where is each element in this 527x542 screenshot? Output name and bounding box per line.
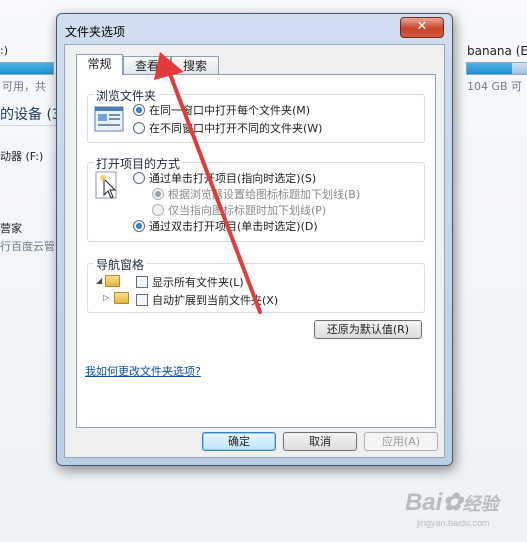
single-click-option[interactable]: 通过单击打开项目(指向时选定)(S) bbox=[133, 170, 316, 186]
restore-defaults-button[interactable]: 还原为默认值(R) bbox=[314, 320, 422, 339]
bg-drive-bar-left bbox=[0, 62, 54, 75]
tree-expanded-icon: ◢ bbox=[96, 276, 103, 285]
bg-drive-e-size: 104 GB 可 bbox=[467, 80, 523, 93]
single-click-label: 通过单击打开项目(指向时选定)(S) bbox=[149, 172, 317, 185]
open-same-window-label: 在同一窗口中打开每个文件夹(M) bbox=[149, 104, 311, 117]
underline-browser-radio[interactable] bbox=[152, 188, 164, 200]
bg-item-baidu[interactable]: 行百度云管 bbox=[0, 238, 55, 254]
double-click-label: 通过双击打开项目(单击时选定)(D) bbox=[149, 220, 318, 233]
navigation-pane-group: 导航窗格 ◢ ▷ 显示所有文件夹(L) 自动扩展到当前文件夹(X) bbox=[87, 256, 425, 313]
open-same-window-option[interactable]: 在同一窗口中打开每个文件夹(M) bbox=[133, 102, 310, 118]
paw-icon: ✿ bbox=[442, 489, 463, 516]
browse-folders-icon bbox=[94, 106, 124, 135]
underline-point-label: 仅当指向图标标题时加下划线(P) bbox=[168, 204, 327, 217]
folder-options-dialog: 文件夹选项 ✕ 常规 查看 搜索 浏览文件夹 在同一窗口中打开每个文件夹(M) … bbox=[56, 13, 453, 466]
bg-drive-e-bar bbox=[466, 62, 527, 75]
tab-view[interactable]: 查看 bbox=[123, 56, 171, 74]
open-new-window-radio[interactable] bbox=[133, 122, 145, 134]
baidu-watermark: Bai✿经验 bbox=[405, 488, 498, 517]
bg-drive-f[interactable]: 动器 (F:) bbox=[0, 148, 43, 164]
show-all-folders-checkbox[interactable] bbox=[136, 276, 148, 288]
bg-divider bbox=[0, 125, 56, 126]
general-tab-page: 浏览文件夹 在同一窗口中打开每个文件夹(M) 在不同窗口中打开不同的文件夹(W)… bbox=[76, 74, 436, 428]
open-new-window-option[interactable]: 在不同窗口中打开不同的文件夹(W) bbox=[133, 120, 322, 136]
show-all-folders-option[interactable]: 显示所有文件夹(L) bbox=[136, 274, 244, 290]
navigation-pane-title: 导航窗格 bbox=[94, 256, 147, 273]
folder-icon bbox=[105, 275, 120, 287]
tree-collapsed-icon: ▷ bbox=[103, 293, 110, 302]
double-click-radio[interactable] bbox=[133, 220, 145, 232]
dialog-content: 常规 查看 搜索 浏览文件夹 在同一窗口中打开每个文件夹(M) 在不同窗口中打开… bbox=[64, 44, 445, 458]
dialog-title: 文件夹选项 bbox=[65, 25, 126, 39]
help-link[interactable]: 我如何更改文件夹选项? bbox=[85, 363, 201, 379]
watermark-brand: Bai bbox=[405, 489, 443, 516]
bg-free-space: 可用，共 bbox=[2, 80, 46, 93]
tab-search[interactable]: 搜索 bbox=[171, 56, 219, 74]
single-click-radio[interactable] bbox=[133, 172, 145, 184]
underline-browser-label: 根据浏览器设置给图标标题加下划线(B) bbox=[168, 188, 361, 201]
watermark-site: jingyan.baidu.com bbox=[417, 518, 490, 528]
bg-drive-e-name[interactable]: banana (E: bbox=[467, 44, 527, 58]
auto-expand-option[interactable]: 自动扩展到当前文件夹(X) bbox=[136, 292, 278, 308]
cancel-button[interactable]: 取消 bbox=[283, 432, 357, 451]
bg-drive-label: :) bbox=[0, 44, 8, 57]
click-cursor-icon bbox=[95, 171, 123, 206]
bg-item-manager[interactable]: 营家 bbox=[0, 220, 22, 236]
underline-point-option[interactable]: 仅当指向图标标题时加下划线(P) bbox=[152, 202, 326, 218]
browse-folders-group: 浏览文件夹 在同一窗口中打开每个文件夹(M) 在不同窗口中打开不同的文件夹(W) bbox=[87, 87, 425, 143]
watermark-brand2: 经验 bbox=[462, 494, 499, 514]
double-click-option[interactable]: 通过双击打开项目(单击时选定)(D) bbox=[133, 218, 318, 234]
underline-point-radio[interactable] bbox=[152, 204, 164, 216]
open-new-window-label: 在不同窗口中打开不同的文件夹(W) bbox=[149, 122, 323, 135]
ok-button[interactable]: 确定 bbox=[202, 432, 276, 451]
open-same-window-radio[interactable] bbox=[133, 104, 145, 116]
click-items-group: 打开项目的方式 通过单击打开项目(指向时选定)(S) 根据浏览器设置给图标标题加… bbox=[87, 155, 425, 242]
apply-button[interactable]: 应用(A) bbox=[364, 432, 438, 451]
auto-expand-label: 自动扩展到当前文件夹(X) bbox=[152, 294, 279, 307]
auto-expand-checkbox[interactable] bbox=[136, 294, 148, 306]
folder-icon bbox=[114, 292, 129, 304]
tab-general[interactable]: 常规 bbox=[76, 54, 123, 75]
underline-browser-option[interactable]: 根据浏览器设置给图标标题加下划线(B) bbox=[152, 186, 360, 202]
close-button[interactable]: ✕ bbox=[400, 17, 444, 38]
show-all-folders-label: 显示所有文件夹(L) bbox=[152, 276, 244, 289]
